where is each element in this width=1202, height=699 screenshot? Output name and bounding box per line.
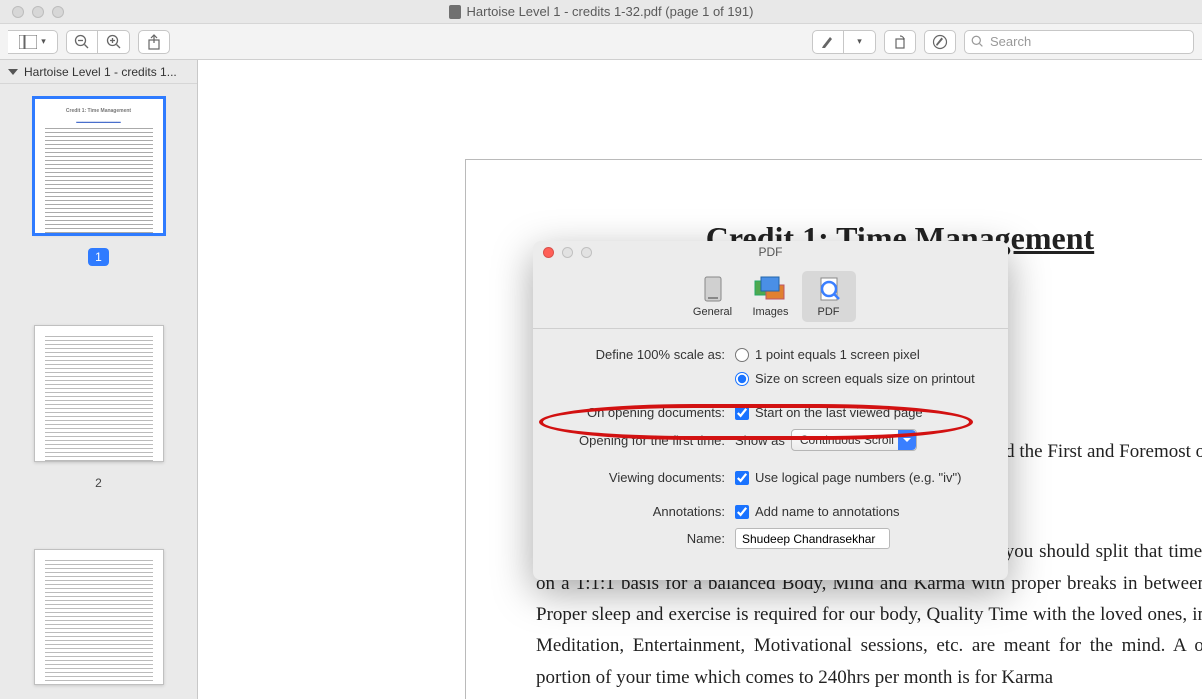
- images-tab-icon: [754, 275, 788, 303]
- option-add-name: Add name to annotations: [755, 504, 900, 519]
- preferences-dialog: PDF General Images: [533, 241, 1008, 580]
- tab-general[interactable]: General: [686, 271, 740, 322]
- dialog-titlebar[interactable]: PDF: [533, 241, 1008, 263]
- option-size-printout: Size on screen equals size on printout: [755, 371, 975, 386]
- label-show-as: Show as: [735, 433, 785, 448]
- thumbnail-sidebar: Hartoise Level 1 - credits 1... Credit 1…: [0, 60, 198, 699]
- chevron-updown-icon: [898, 430, 916, 450]
- label-viewing: Viewing documents:: [555, 470, 725, 485]
- dialog-tabs: General Images PDF: [533, 263, 1008, 329]
- checkbox-logical-pages[interactable]: [735, 471, 749, 485]
- highlight-menu-button[interactable]: ▾: [844, 30, 876, 54]
- window-title: Hartoise Level 1 - credits 1-32.pdf (pag…: [0, 4, 1202, 19]
- dialog-body: Define 100% scale as: 1 point equals 1 s…: [533, 329, 1008, 580]
- label-define-scale: Define 100% scale as:: [555, 347, 725, 362]
- thumbnail-list[interactable]: Credit 1: Time Management ______________…: [0, 84, 197, 699]
- search-placeholder: Search: [990, 34, 1031, 49]
- pdf-file-icon: [449, 5, 461, 19]
- option-logical-pages: Use logical page numbers (e.g. "iv"): [755, 470, 962, 485]
- document-viewport[interactable]: Credit 1: Time Management Introduction 4…: [198, 60, 1202, 699]
- radio-size-printout[interactable]: [735, 372, 749, 386]
- label-annotations: Annotations:: [555, 504, 725, 519]
- window-titlebar: Hartoise Level 1 - credits 1-32.pdf (pag…: [0, 0, 1202, 24]
- select-scroll-mode[interactable]: Continuous Scroll: [791, 429, 917, 451]
- search-icon: [971, 35, 984, 48]
- zoom-in-button[interactable]: [98, 30, 130, 54]
- checkbox-add-name[interactable]: [735, 505, 749, 519]
- window-title-text: Hartoise Level 1 - credits 1-32.pdf (pag…: [467, 4, 754, 19]
- disclosure-triangle-icon: [8, 69, 18, 75]
- toolbar: ▾ ▾ Search: [0, 24, 1202, 60]
- label-opening-first: Opening for the first time:: [555, 433, 725, 448]
- checkbox-start-last[interactable]: [735, 406, 749, 420]
- view-mode-button-group: ▾: [8, 30, 58, 54]
- general-tab-icon: [696, 275, 730, 303]
- name-field[interactable]: [735, 528, 890, 549]
- zoom-out-button[interactable]: [66, 30, 98, 54]
- option-point-pixel: 1 point equals 1 screen pixel: [755, 347, 920, 362]
- rotate-button[interactable]: [884, 30, 916, 54]
- tab-images[interactable]: Images: [744, 271, 798, 322]
- pdf-tab-icon: [812, 275, 846, 303]
- label-on-opening: On opening documents:: [555, 405, 725, 420]
- markup-toolbar-button[interactable]: [924, 30, 956, 54]
- tab-pdf[interactable]: PDF: [802, 271, 856, 322]
- highlight-button[interactable]: [812, 30, 844, 54]
- page-thumbnail-3[interactable]: [34, 549, 164, 685]
- page-thumbnail-2[interactable]: [34, 325, 164, 461]
- option-start-last: Start on the last viewed page: [755, 405, 923, 420]
- sidebar-header[interactable]: Hartoise Level 1 - credits 1...: [0, 60, 197, 84]
- dialog-title: PDF: [533, 245, 1008, 259]
- radio-point-pixel[interactable]: [735, 348, 749, 362]
- page-number-2: 2: [95, 476, 102, 490]
- sidebar-doc-name: Hartoise Level 1 - credits 1...: [24, 65, 177, 79]
- page-number-1: 1: [88, 248, 109, 266]
- view-mode-button[interactable]: ▾: [8, 30, 58, 54]
- label-name: Name:: [555, 531, 725, 546]
- page-thumbnail-1[interactable]: Credit 1: Time Management ______________…: [34, 98, 164, 234]
- markup-button-group: ▾: [812, 30, 876, 54]
- share-button[interactable]: [138, 30, 170, 54]
- zoom-button-group: [66, 30, 130, 54]
- search-input[interactable]: Search: [964, 30, 1194, 54]
